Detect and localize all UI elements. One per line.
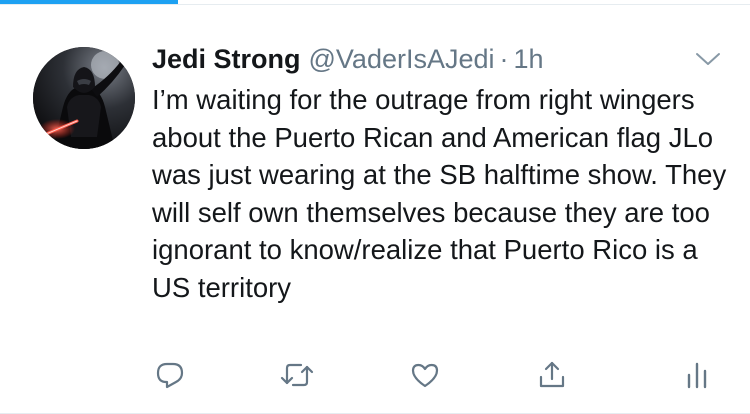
tweet[interactable]: Jedi Strong @VaderIsAJedi · 1h I’m waiti… (0, 5, 750, 414)
analytics-button[interactable] (677, 353, 717, 397)
tweet-actions (0, 353, 750, 397)
reply-button[interactable] (150, 353, 190, 397)
avatar[interactable] (33, 47, 135, 149)
darth-vader-avatar-icon (33, 47, 135, 149)
retweet-icon (280, 363, 314, 387)
tweet-header: Jedi Strong @VaderIsAJedi · 1h (152, 39, 544, 79)
tweet-menu-button[interactable] (692, 43, 724, 75)
like-button[interactable] (405, 353, 445, 397)
share-icon (539, 361, 565, 388)
heart-icon (411, 363, 439, 388)
chevron-down-icon (696, 53, 720, 65)
reply-icon (156, 362, 184, 389)
author-display-name[interactable]: Jedi Strong (152, 39, 301, 79)
tweet-timestamp[interactable]: 1h (514, 39, 544, 79)
tweet-text: I’m waiting for the outrage from right w… (152, 84, 727, 303)
analytics-icon (687, 362, 707, 389)
header-separator: · (499, 44, 509, 74)
retweet-button[interactable] (277, 353, 317, 397)
share-button[interactable] (532, 353, 572, 397)
author-handle[interactable]: @VaderIsAJedi (309, 39, 495, 79)
